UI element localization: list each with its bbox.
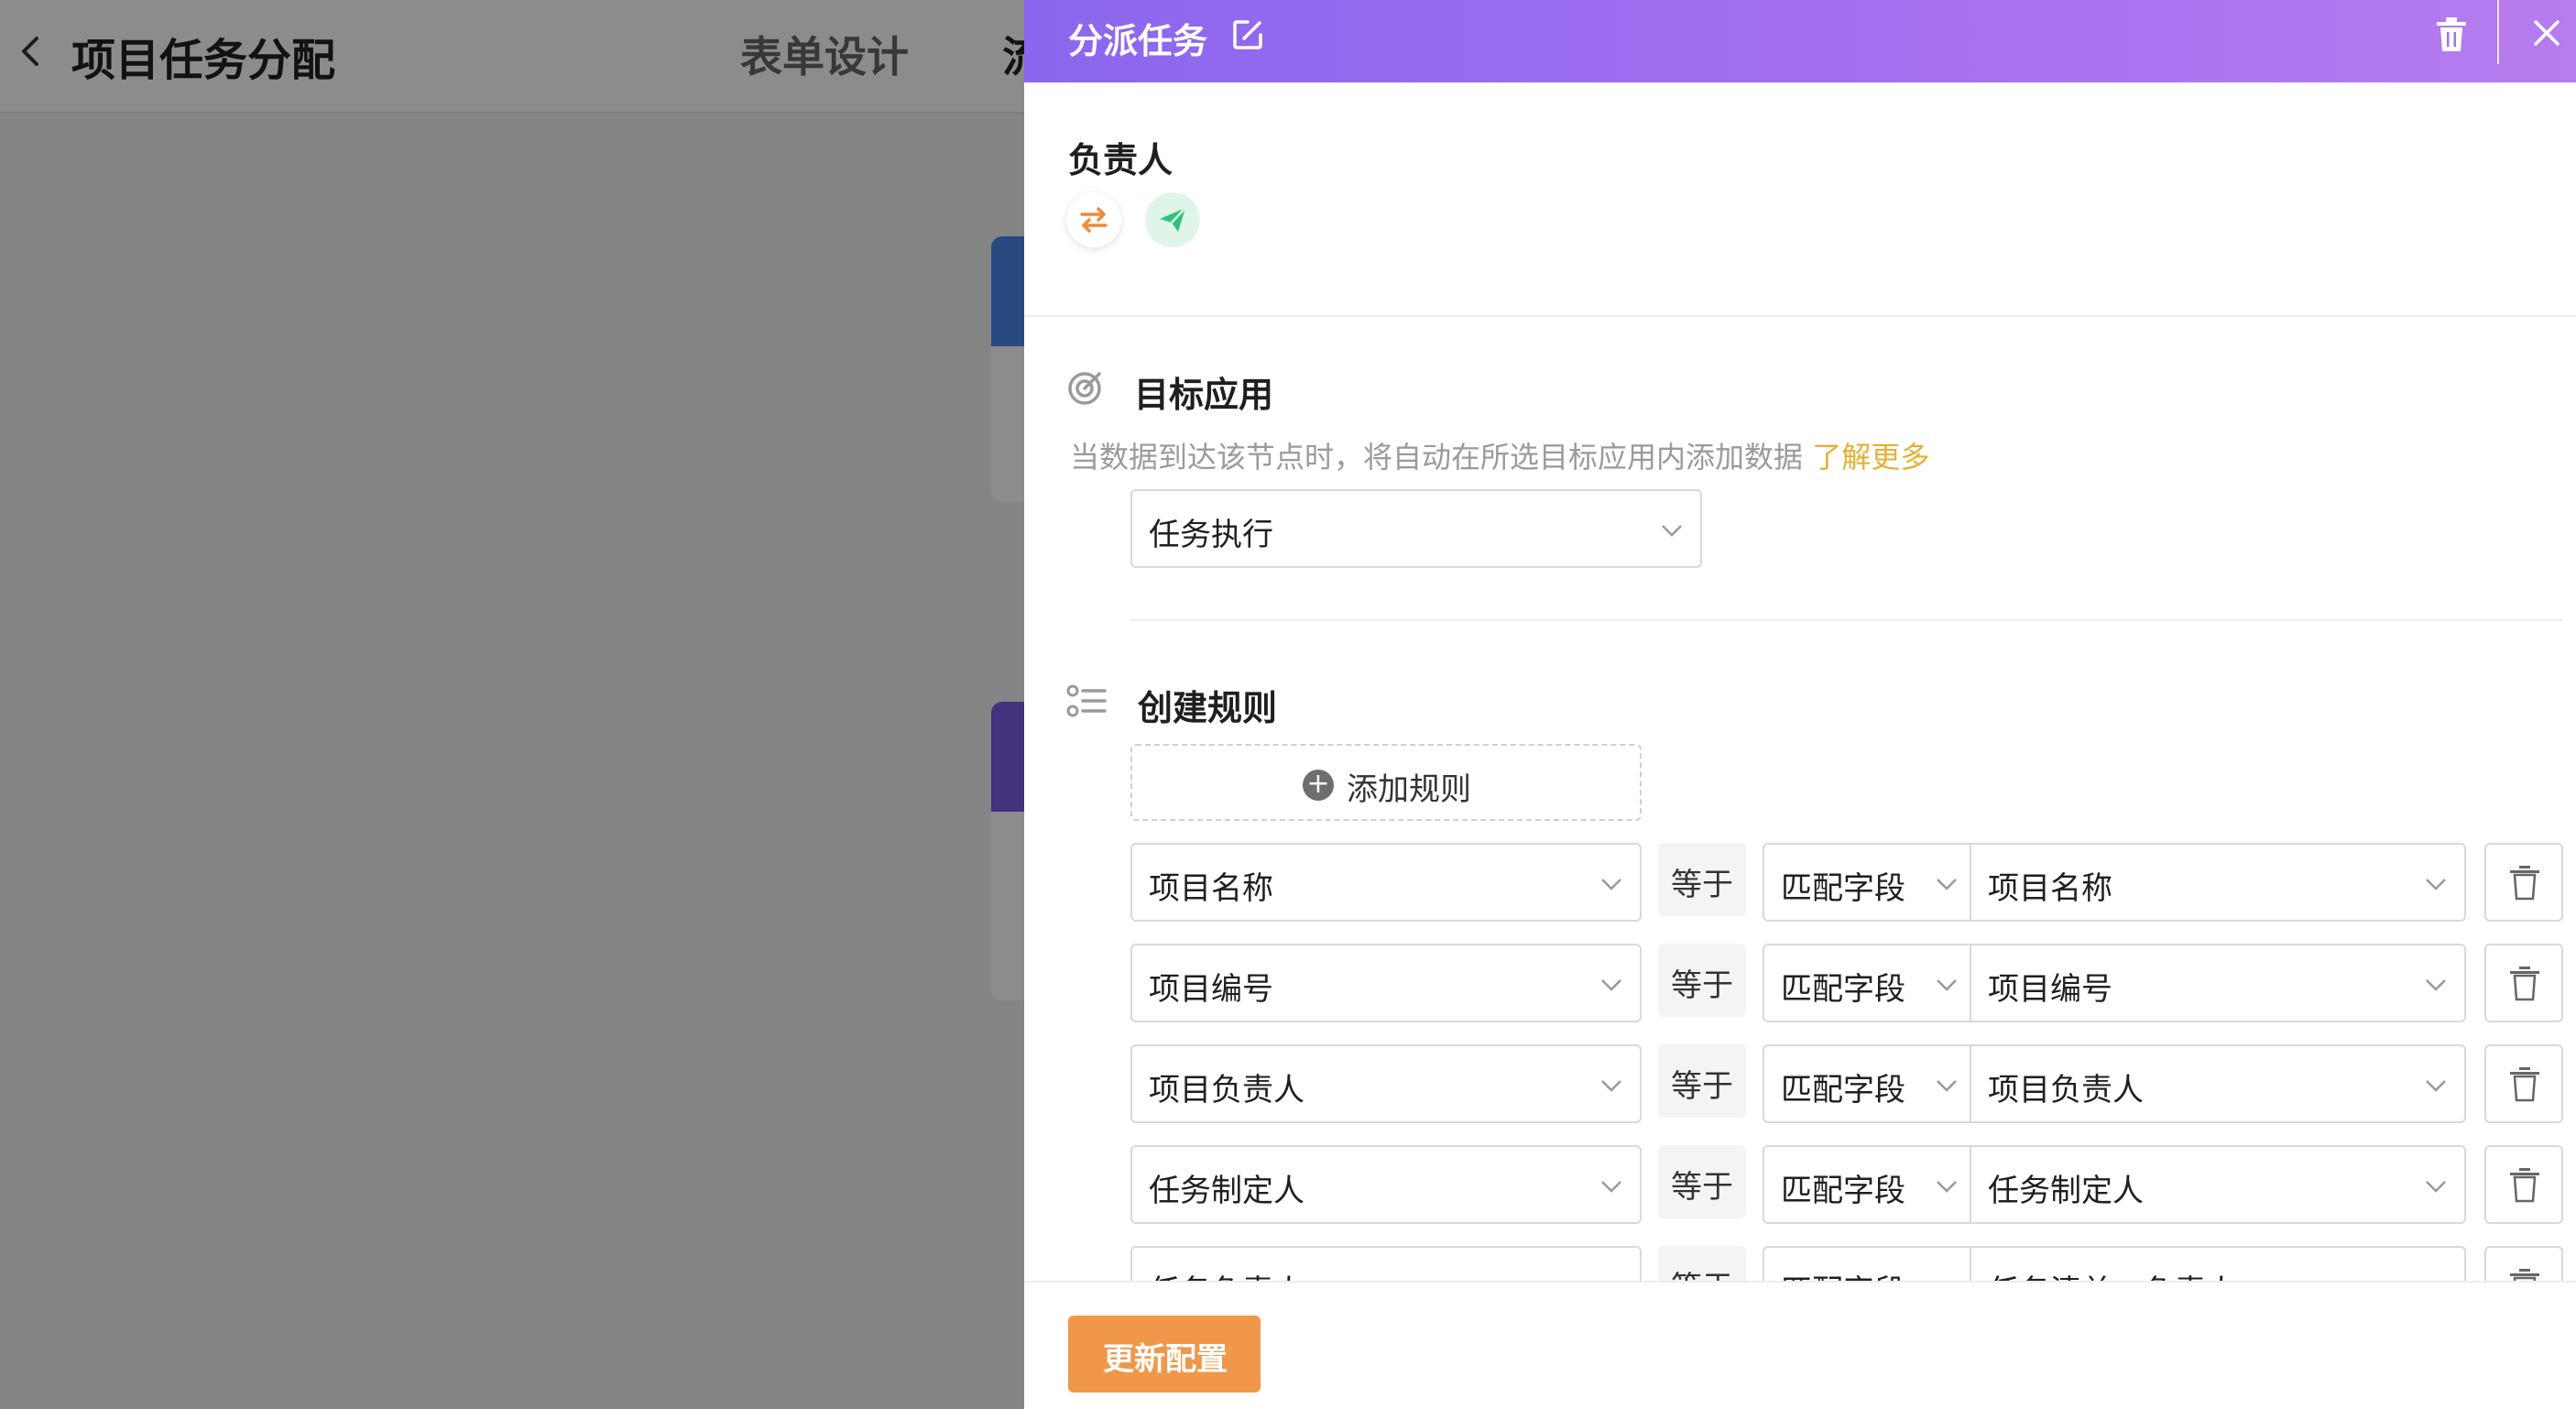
task-drawer: 分派任务 负责人 目标应用 当数据到达该节点时，将自动在所选目标应用内添加数据 …	[1024, 0, 2576, 1409]
rule-field-select[interactable]: 任务制定人	[1130, 1145, 1642, 1224]
rule-mode-select[interactable]: 匹配字段	[1763, 843, 1971, 922]
rule-mode-value: 匹配字段	[1781, 1173, 1905, 1209]
section-divider	[1024, 315, 2576, 317]
close-icon[interactable]	[2530, 16, 2563, 49]
chevron-down-icon	[1601, 979, 1621, 991]
delete-rule-button[interactable]	[2484, 843, 2563, 922]
rule-operator-label: 等于	[1671, 967, 1733, 1004]
trash-icon	[2510, 967, 2539, 1001]
rule-field-select[interactable]: 项目名称	[1130, 843, 1642, 922]
trash-icon	[2510, 1067, 2539, 1102]
assignee-label: 负责人	[1068, 140, 1173, 180]
chevron-down-icon	[1937, 979, 1957, 991]
rule-field-select[interactable]: 项目负责人	[1130, 1044, 1642, 1123]
chevron-down-icon	[1601, 1181, 1621, 1193]
target-app-label: 目标应用	[1134, 375, 1274, 415]
rule-operator: 等于	[1658, 1246, 1746, 1281]
delete-rule-button[interactable]	[2484, 1044, 2563, 1123]
rule-mode-value: 匹配字段	[1781, 971, 1905, 1008]
rules-label: 创建规则	[1138, 688, 1278, 728]
target-icon	[1068, 372, 1101, 405]
add-rule-label: 添加规则	[1347, 771, 1471, 808]
rule-target-select[interactable]: 项目编号	[1970, 944, 2466, 1022]
rule-mode-select[interactable]: 匹配字段	[1763, 944, 1971, 1022]
target-app-value: 任务执行	[1149, 517, 1273, 553]
swap-assignee-button[interactable]	[1066, 192, 1121, 247]
rule-target-value: 任务清单 - 负责人	[1988, 1266, 2237, 1281]
rule-field-value: 任务负责人	[1149, 1266, 1304, 1281]
rule-mode-value: 匹配字段	[1781, 1072, 1905, 1109]
rule-mode-select[interactable]: 匹配字段	[1763, 1246, 1971, 1281]
delete-rule-button[interactable]	[2484, 1145, 2563, 1224]
rule-field-value: 项目负责人	[1149, 1072, 1304, 1109]
rule-operator: 等于	[1658, 1044, 1746, 1118]
rule-operator-label: 等于	[1671, 867, 1733, 903]
trash-icon[interactable]	[2435, 16, 2468, 53]
rule-field-value: 任务制定人	[1149, 1173, 1304, 1209]
plus-icon: +	[1303, 770, 1334, 801]
rule-field-select[interactable]: 任务负责人	[1130, 1246, 1642, 1281]
rule-operator-label: 等于	[1671, 1262, 1733, 1281]
chevron-down-icon	[2426, 1181, 2446, 1193]
rule-operator: 等于	[1658, 843, 1746, 916]
delete-rule-button[interactable]	[2484, 944, 2563, 1022]
rule-field-value: 项目编号	[1149, 971, 1273, 1008]
section-divider	[1130, 619, 2563, 621]
rule-target-value: 任务制定人	[1988, 1173, 2144, 1209]
target-app-hint-text: 当数据到达该节点时，将自动在所选目标应用内添加数据	[1070, 440, 1804, 475]
rule-mode-select[interactable]: 匹配字段	[1763, 1145, 1971, 1224]
rule-operator-label: 等于	[1671, 1068, 1733, 1105]
list-icon	[1066, 684, 1107, 717]
swap-icon	[1080, 207, 1108, 233]
chevron-down-icon	[2426, 979, 2446, 991]
edit-icon[interactable]	[1229, 16, 1266, 53]
rule-target-value: 项目编号	[1988, 971, 2112, 1008]
rule-operator: 等于	[1658, 1145, 1746, 1218]
chevron-down-icon	[2426, 879, 2446, 890]
learn-more-link[interactable]: 了解更多	[1812, 440, 1929, 475]
rule-operator-label: 等于	[1671, 1169, 1733, 1206]
rule-mode-value: 匹配字段	[1781, 1266, 1905, 1281]
rule-field-select[interactable]: 项目编号	[1130, 944, 1642, 1022]
chevron-down-icon	[2426, 1080, 2446, 1092]
rule-target-select[interactable]: 项目负责人	[1970, 1044, 2466, 1123]
rule-target-value: 项目名称	[1988, 870, 2112, 907]
rule-target-select[interactable]: 任务制定人	[1970, 1145, 2466, 1224]
rule-target-select[interactable]: 任务清单 - 负责人	[1970, 1246, 2466, 1281]
trash-icon	[2510, 1168, 2539, 1203]
send-icon	[1160, 207, 1186, 232]
add-rule-button[interactable]: + 添加规则	[1130, 744, 1642, 821]
chevron-down-icon	[1937, 879, 1957, 890]
rule-field-value: 项目名称	[1149, 870, 1273, 907]
rule-mode-value: 匹配字段	[1781, 870, 1905, 907]
drawer-title: 分派任务	[1068, 21, 1208, 61]
rule-mode-select[interactable]: 匹配字段	[1763, 1044, 1971, 1123]
delete-rule-button[interactable]	[2484, 1246, 2563, 1281]
chevron-down-icon	[1662, 525, 1682, 537]
drawer-header: 分派任务	[1024, 0, 2576, 82]
footer-divider	[1024, 1281, 2576, 1283]
update-config-label: 更新配置	[1103, 1341, 1228, 1378]
target-app-hint: 当数据到达该节点时，将自动在所选目标应用内添加数据 了解更多	[1070, 434, 1929, 476]
rule-target-select[interactable]: 项目名称	[1970, 843, 2466, 922]
send-assignee-button[interactable]	[1145, 192, 1200, 247]
chevron-down-icon	[1601, 879, 1621, 890]
target-app-select[interactable]: 任务执行	[1130, 489, 1702, 568]
update-config-button[interactable]: 更新配置	[1068, 1316, 1261, 1393]
rule-operator: 等于	[1658, 944, 1746, 1017]
rule-target-value: 项目负责人	[1988, 1072, 2144, 1109]
trash-icon	[2510, 866, 2539, 901]
header-divider	[2497, 0, 2499, 64]
chevron-down-icon	[1937, 1080, 1957, 1092]
rules-list: 项目名称 等于 匹配字段 项目名称 项目编号 等于 匹配字段 项目编号 项目负责…	[1024, 825, 2576, 1281]
chevron-down-icon	[1601, 1080, 1621, 1092]
chevron-down-icon	[1937, 1181, 1957, 1193]
trash-icon	[2510, 1269, 2539, 1281]
